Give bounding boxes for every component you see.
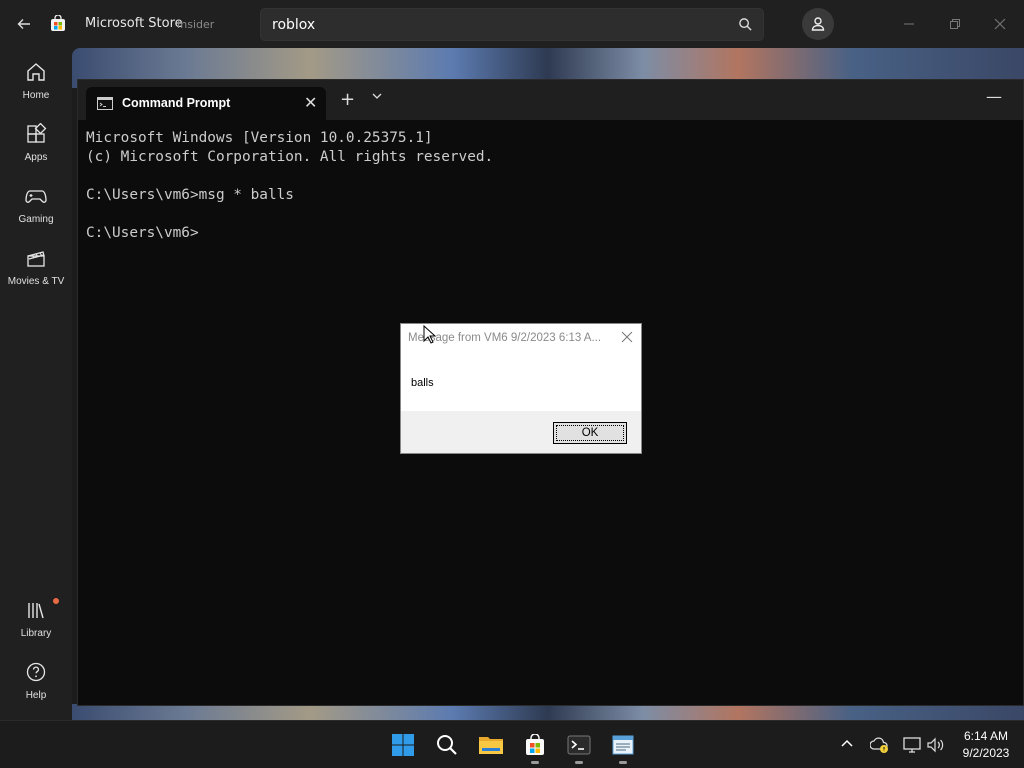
insider-badge: Insider [177, 18, 215, 31]
mouse-cursor-icon [423, 325, 437, 344]
back-button[interactable] [8, 0, 40, 48]
new-tab-button[interactable]: + [340, 89, 355, 110]
tab-title: Command Prompt [122, 96, 231, 110]
nav-home[interactable]: Home [0, 58, 72, 114]
terminal-icon [567, 735, 591, 755]
nav-home-label: Home [22, 90, 50, 101]
notepad-icon [612, 735, 634, 755]
nav-gaming[interactable]: Gaming [0, 182, 72, 238]
minimize-icon [904, 23, 914, 25]
start-button[interactable] [386, 729, 420, 761]
ok-button[interactable]: OK [553, 422, 627, 444]
apps-icon [25, 120, 47, 148]
nav-library[interactable]: Library [0, 596, 72, 652]
gaming-icon [24, 182, 48, 210]
taskbar-file-explorer[interactable] [474, 729, 508, 761]
movies-icon [25, 244, 47, 272]
app-title: Microsoft Store [85, 16, 183, 31]
help-icon [25, 658, 47, 686]
clock-time[interactable]: 6:14 AM [952, 729, 1020, 743]
taskbar-terminal[interactable] [562, 729, 596, 764]
nav-movies-label: Movies & TV [7, 276, 65, 287]
store-icon [526, 734, 544, 755]
store-close-button[interactable] [985, 0, 1015, 48]
taskbar-notepad[interactable] [606, 729, 640, 764]
tab-close-icon[interactable]: ✕ [304, 93, 317, 112]
search-box[interactable]: roblox [260, 8, 764, 41]
terminal-output[interactable]: Microsoft Windows [Version 10.0.25375.1]… [86, 129, 493, 243]
nav-apps[interactable]: Apps [0, 120, 72, 176]
search-icon [437, 735, 457, 755]
running-indicator [531, 761, 539, 764]
profile-button[interactable] [802, 8, 834, 40]
tab-command-prompt[interactable]: Command Prompt ✕ [86, 87, 326, 120]
store-logo-icon [48, 0, 68, 48]
nav-help-label: Help [25, 690, 47, 701]
terminal-line: Microsoft Windows [Version 10.0.25375.1] [86, 130, 433, 146]
search-input[interactable]: roblox [272, 17, 315, 33]
hero-banner-image-bottom [72, 704, 1024, 720]
nav-gaming-label: Gaming [18, 214, 54, 225]
home-icon [25, 58, 47, 86]
person-icon [811, 17, 825, 31]
store-sidebar: Home Apps Gaming Movies & TV Library Hel… [0, 48, 72, 720]
nav-apps-label: Apps [24, 152, 48, 163]
close-icon [994, 18, 1006, 30]
dialog-title: Message from VM6 9/2/2023 6:13 A... [408, 332, 602, 344]
taskbar-microsoft-store[interactable] [518, 729, 552, 764]
terminal-tab-bar: Command Prompt ✕ + — [78, 80, 1023, 120]
nav-help[interactable]: Help [0, 658, 72, 714]
terminal-minimize-button[interactable]: — [986, 87, 1002, 106]
network-warning-icon[interactable] [870, 736, 890, 754]
store-titlebar: Microsoft Store Insider roblox [0, 0, 1024, 48]
nav-movies-tv[interactable]: Movies & TV [0, 244, 72, 300]
dialog-message: balls [411, 377, 434, 389]
nav-library-label: Library [20, 628, 52, 639]
taskbar-search-button[interactable] [430, 729, 464, 761]
terminal-line: (c) Microsoft Corporation. All rights re… [86, 149, 494, 165]
chevron-down-icon[interactable] [371, 92, 383, 100]
terminal-line: C:\Users\vm6>msg * balls [86, 187, 294, 203]
chevron-up-icon[interactable] [840, 738, 854, 748]
cmd-icon [97, 97, 113, 110]
volume-icon[interactable] [926, 736, 946, 754]
running-indicator [619, 761, 627, 764]
dialog-titlebar[interactable]: Message from VM6 9/2/2023 6:13 A... [401, 324, 641, 353]
dialog-close-icon[interactable] [620, 330, 634, 344]
back-arrow-icon [17, 19, 30, 29]
display-icon[interactable] [902, 736, 922, 754]
dialog-body: balls [401, 353, 641, 411]
running-indicator [575, 761, 583, 764]
clock-date[interactable]: 9/2/2023 [952, 746, 1020, 760]
file-explorer-icon [479, 737, 503, 754]
library-icon [25, 596, 47, 624]
taskbar: 6:14 AM 9/2/2023 [0, 720, 1024, 768]
start-icon [392, 734, 414, 756]
search-icon[interactable] [738, 17, 753, 32]
restore-icon [950, 19, 960, 29]
store-restore-button[interactable] [940, 0, 970, 48]
terminal-prompt-line: C:\Users\vm6> [86, 225, 199, 241]
store-minimize-button[interactable] [894, 0, 924, 48]
library-notification-dot [53, 598, 59, 604]
